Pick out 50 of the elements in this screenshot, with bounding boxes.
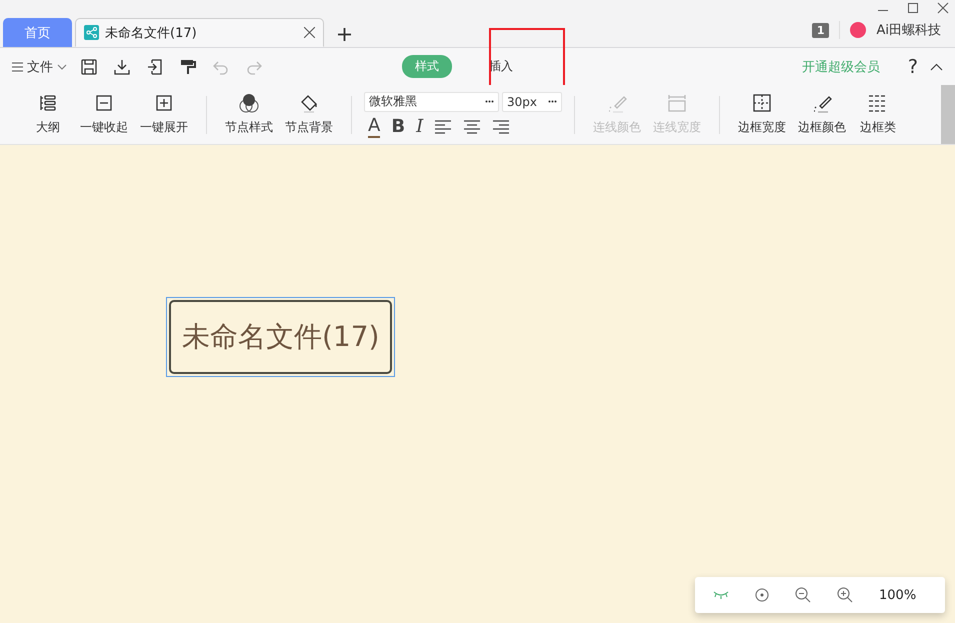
line-width-icon	[667, 93, 687, 113]
eye-closed-icon[interactable]	[713, 591, 729, 599]
align-center-icon[interactable]	[463, 120, 482, 134]
outline-icon	[39, 94, 57, 112]
font-family-field[interactable]: 微软雅黑	[364, 92, 499, 112]
download-icon[interactable]	[114, 58, 130, 74]
toolbar-button[interactable]: 一键收起	[74, 93, 134, 136]
mindmap-icon	[84, 25, 99, 40]
toolbar-button[interactable]: 节点背景	[279, 93, 339, 136]
more-icon	[485, 100, 494, 103]
align-right-icon[interactable]	[492, 120, 510, 134]
export-icon[interactable]	[147, 58, 163, 74]
italic-button[interactable]: I	[416, 116, 424, 136]
align-left-icon[interactable]	[434, 120, 452, 134]
toolbar-button[interactable]: 边框类	[852, 93, 904, 136]
plus-square-icon	[156, 95, 172, 111]
collapse-ribbon-icon[interactable]	[930, 62, 943, 70]
toolbar-button[interactable]: 边框颜色	[792, 93, 852, 136]
chevron-down-icon	[57, 64, 67, 70]
zoom-level: 100%	[879, 588, 916, 602]
bold-button[interactable]: B	[391, 116, 406, 136]
user-name[interactable]: Ai田螺科技	[876, 21, 941, 39]
zoom-in-icon[interactable]	[837, 587, 853, 603]
node-style-icon	[238, 93, 260, 113]
minus-square-icon	[96, 95, 112, 111]
border-icon	[753, 94, 771, 112]
notification-badge[interactable]: 1	[812, 22, 830, 38]
locate-icon[interactable]	[755, 588, 769, 602]
font-color-button[interactable]: A	[368, 116, 380, 138]
tab[interactable]: 未命名文件(17)	[75, 18, 324, 47]
avatar[interactable]	[850, 22, 866, 38]
toolbar-button[interactable]: 边框宽度	[732, 93, 792, 136]
toolbar-button[interactable]: 大纲	[22, 93, 74, 136]
format-painter-icon[interactable]	[180, 58, 196, 74]
mind-map-node[interactable]: 未命名文件(17)	[169, 300, 392, 374]
save-icon[interactable]	[81, 58, 97, 74]
toolbar-button[interactable]: 一键展开	[134, 93, 194, 136]
font-size-field[interactable]: 30px	[502, 92, 562, 112]
maximize-icon[interactable]	[907, 2, 919, 14]
menu-icon	[12, 62, 23, 72]
close-tab-icon[interactable]	[304, 27, 315, 38]
more-icon	[548, 100, 557, 103]
toolbar-button[interactable]: 节点样式	[219, 93, 279, 136]
zoom-out-icon[interactable]	[795, 587, 811, 603]
close-icon[interactable]	[937, 2, 949, 14]
help-button[interactable]: ?	[908, 56, 918, 78]
dashed-lines-icon	[868, 94, 888, 112]
add-tab-icon[interactable]	[338, 28, 351, 41]
file-menu[interactable]: 文件	[12, 58, 67, 76]
paint-bucket-icon	[299, 93, 319, 113]
